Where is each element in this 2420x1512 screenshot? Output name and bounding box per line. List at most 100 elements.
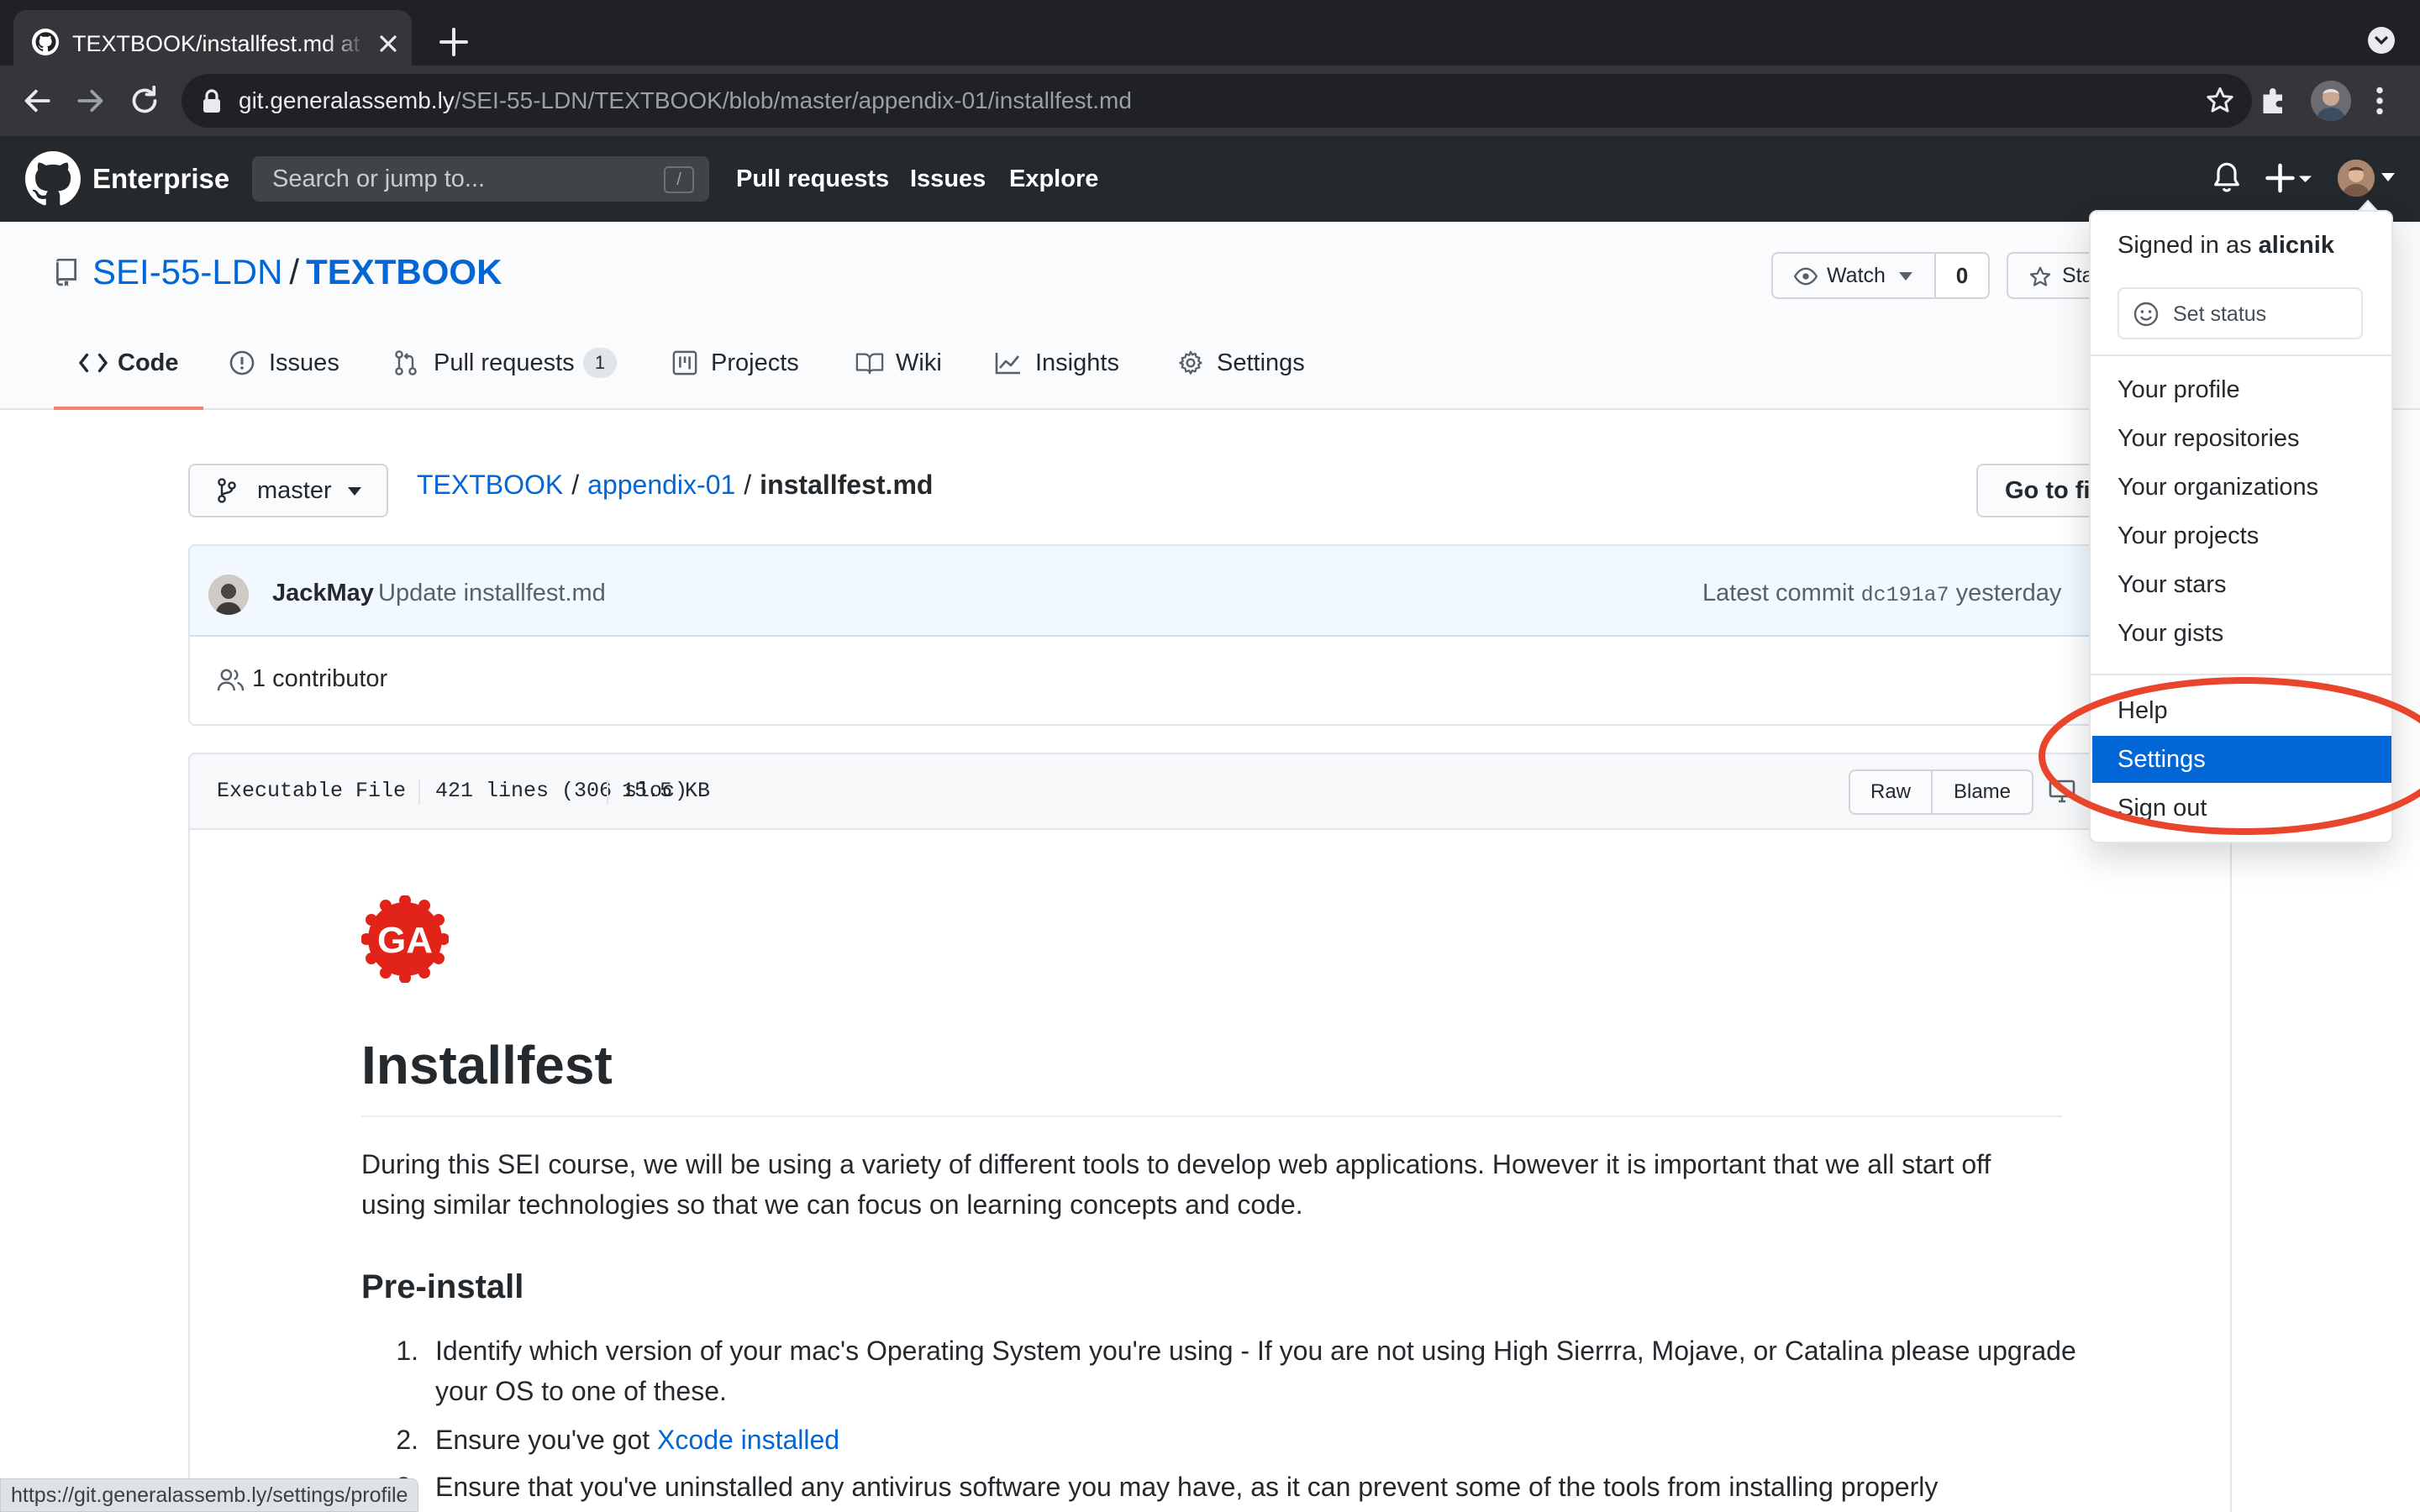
watch-count[interactable]: 0 [1934,252,1990,299]
reload-icon[interactable] [128,84,161,118]
contributors-link[interactable]: 1 contributor [252,662,387,696]
link-status-bubble: https://git.generalassemb.ly/settings/pr… [0,1478,419,1512]
heading-divider [361,1116,2062,1117]
tab-pull-requests[interactable]: Pull requests 1 [393,344,620,410]
user-avatar-icon [2338,160,2375,197]
latest-commit-info: Latest commit dc191a7 yesterday [1702,576,2061,612]
branch-name: master [257,477,332,504]
repo-owner-link[interactable]: SEI-55-LDN [92,252,282,291]
browser-menu-icon[interactable] [2370,84,2390,118]
list-text: Identify which version of your mac's Ope… [435,1336,2076,1406]
github-favicon-icon [32,29,59,55]
menu-item-your-repositories[interactable]: Your repositories [2092,415,2391,462]
breadcrumb-folder-link[interactable]: appendix-01 [587,470,735,500]
watch-label: Watch [1827,264,1886,287]
nav-explore[interactable]: Explore [1009,160,1098,198]
browser-profile-avatar[interactable] [2311,81,2351,121]
set-status-label: Set status [2173,302,2267,326]
tab-wiki-label: Wiki [896,349,942,376]
tab-pull-requests-label: Pull requests [434,349,575,376]
divider [2091,354,2391,356]
nav-pull-requests[interactable]: Pull requests [736,160,889,198]
tab-insights[interactable]: Insights [995,344,1129,410]
url-text[interactable]: git.generalassemb.ly/SEI-55-LDN/TEXTBOOK… [239,84,1132,118]
eye-icon [1793,267,1818,286]
xcode-link[interactable]: Xcode installed [657,1425,839,1455]
raw-button[interactable]: Raw [1849,769,1933,815]
lock-icon[interactable] [202,89,222,113]
forward-arrow-icon[interactable] [74,84,108,118]
search-placeholder: Search or jump to... [272,165,486,192]
bookmark-star-icon[interactable] [2205,86,2235,116]
profile-picture-icon [2311,81,2351,121]
url-path: /SEI-55-LDN/TEXTBOOK/blob/master/appendi… [454,87,1132,113]
enterprise-label[interactable]: Enterprise [92,160,229,198]
general-assembly-logo: GA [361,895,449,983]
star-icon [2029,266,2051,286]
breadcrumb-separator: / [744,470,752,500]
code-icon [79,353,108,373]
close-icon[interactable] [375,30,402,57]
repository-title: SEI-55-LDN / TEXTBOOK [92,247,502,297]
commit-time: yesterday [1955,580,2062,606]
commit-author-link[interactable]: JackMay [272,576,374,610]
url-host: git.generalassemb.ly [239,87,455,113]
avatar [2338,160,2375,197]
username: alicnik [2258,232,2334,259]
list-item: 3. Ensure that you've uninstalled any an… [385,1467,2065,1507]
tab-title: TEXTBOOK/installfest.md at master · SEI-… [72,31,368,56]
list-text: Ensure you've got [435,1425,658,1455]
tab-settings[interactable]: Settings [1178,344,1321,410]
repo-name-link[interactable]: TEXTBOOK [306,252,502,291]
graph-icon [995,353,1020,375]
branch-select-button[interactable]: master [188,464,388,517]
notifications-bell-icon[interactable] [2212,161,2242,195]
tab-search-icon[interactable] [2368,27,2395,54]
commit-sha-link[interactable]: dc191a7 [1861,583,1949,607]
issue-icon [229,350,255,375]
tab-insights-label: Insights [1035,349,1119,376]
breadcrumb-repo-link[interactable]: TEXTBOOK [417,470,563,500]
active-tab-indicator [54,407,203,410]
breadcrumb-current-file: installfest.md [760,470,934,500]
address-bar[interactable]: git.generalassemb.ly/SEI-55-LDN/TEXTBOOK… [182,74,2252,128]
tab-wiki[interactable]: Wiki [855,344,948,410]
back-arrow-icon[interactable] [20,84,54,118]
commit-author-avatar[interactable] [208,575,249,615]
menu-item-your-stars[interactable]: Your stars [2092,561,2391,608]
tab-issues[interactable]: Issues [229,344,346,410]
logo-text: GA [377,920,433,961]
breadcrumb: TEXTBOOK / appendix-01/installfest.md [417,465,933,504]
markdown-heading-1: Installfest [361,1035,613,1095]
set-status-button[interactable]: Set status [2118,287,2363,339]
commit-message-link[interactable]: Update installfest.md [378,576,606,610]
file-viewer: Executable File 421 lines (306 sloc) 15.… [188,753,2232,1512]
tab-issues-label: Issues [269,349,339,376]
nav-issues[interactable]: Issues [910,160,986,198]
signed-in-prefix: Signed in as [2118,232,2259,259]
menu-item-your-projects[interactable]: Your projects [2092,512,2391,559]
user-avatar-menu[interactable] [2338,160,2398,198]
divider [418,780,420,805]
blame-button[interactable]: Blame [1931,769,2033,815]
markdown-heading-2: Pre-install [361,1268,524,1305]
tab-projects[interactable]: Projects [672,344,807,410]
extensions-puzzle-icon[interactable] [2257,84,2291,118]
tab-code[interactable]: Code [79,344,205,410]
search-input[interactable]: Search or jump to... / [252,156,709,202]
github-header: Enterprise Search or jump to... / Pull r… [0,136,2420,222]
watch-button[interactable]: Watch [1771,252,1936,299]
smiley-icon [2133,302,2159,327]
book-icon [855,353,884,375]
browser-toolbar: git.generalassemb.ly/SEI-55-LDN/TEXTBOOK… [0,66,2420,136]
caret-down-icon [2381,173,2395,181]
annotation-ellipse [2039,677,2420,835]
create-new-plus-icon[interactable] [2265,161,2316,195]
menu-item-your-gists[interactable]: Your gists [2092,610,2391,657]
menu-item-your-organizations[interactable]: Your organizations [2092,464,2391,511]
file-header: Executable File 421 lines (306 sloc) 15.… [190,754,2230,830]
menu-item-your-profile[interactable]: Your profile [2092,366,2391,413]
github-logo-icon[interactable] [25,151,81,207]
repository-icon [55,259,77,286]
new-tab-icon[interactable] [437,25,471,59]
